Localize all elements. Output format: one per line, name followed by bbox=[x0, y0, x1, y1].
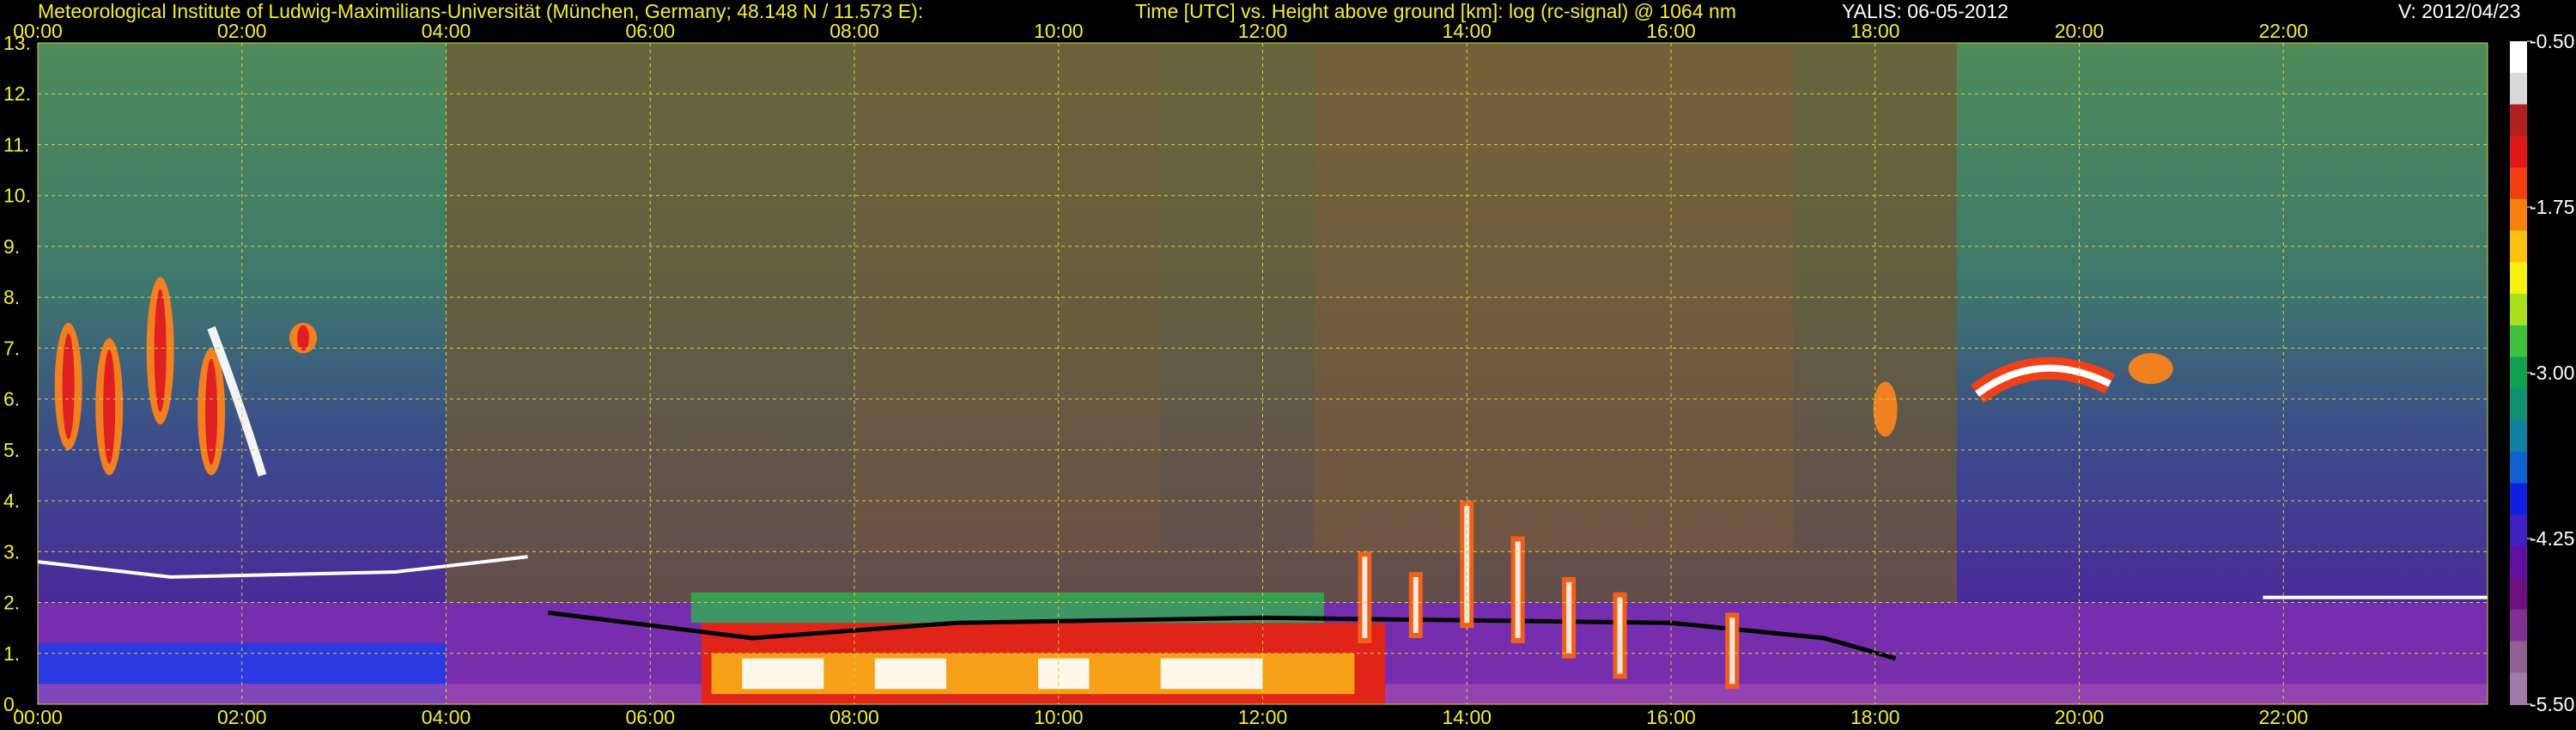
x-tick-label-top: 22:00 bbox=[2258, 20, 2308, 42]
colorbar-segment bbox=[2510, 420, 2527, 453]
y-tick-label: 1. bbox=[3, 642, 20, 665]
axes-title: Time [UTC] vs. Height above ground [km]:… bbox=[1135, 0, 1736, 22]
y-tick-label: 5. bbox=[3, 439, 20, 461]
y-tick-label: 12. bbox=[3, 82, 31, 105]
colorbar-segment bbox=[2510, 262, 2527, 295]
y-tick-label: 2. bbox=[3, 592, 20, 614]
colorbar-segment bbox=[2510, 41, 2527, 74]
saturated-signal-patch bbox=[1160, 658, 1263, 690]
x-tick-label-bottom: 16:00 bbox=[1646, 706, 1696, 728]
colorbar-segment bbox=[2510, 356, 2527, 390]
convective-cloud-core bbox=[1362, 557, 1368, 638]
cirrus-cloud-core bbox=[103, 349, 116, 465]
x-tick-label-top: 10:00 bbox=[1034, 20, 1084, 42]
x-tick-label-top: 08:00 bbox=[829, 20, 879, 42]
x-tick-label-top: 06:00 bbox=[625, 20, 675, 42]
evening-cloud-patch bbox=[2128, 353, 2173, 385]
x-tick-label-top: 12:00 bbox=[1238, 20, 1288, 42]
y-tick-label: 4. bbox=[3, 490, 20, 512]
convective-cloud-core bbox=[1729, 617, 1735, 684]
x-tick-label-top: 02:00 bbox=[217, 20, 267, 42]
x-tick-label-top: 14:00 bbox=[1442, 20, 1492, 42]
x-tick-label-bottom: 06:00 bbox=[625, 706, 675, 728]
x-tick-label-bottom: 20:00 bbox=[2055, 706, 2105, 728]
lidar-chart: -0.50-1.75-3.00-4.25-5.50 00:0000:0002:0… bbox=[0, 0, 2576, 730]
x-tick-label-top: 04:00 bbox=[422, 20, 471, 42]
colorbar-segment bbox=[2510, 672, 2527, 705]
colorbar-segment bbox=[2510, 104, 2527, 137]
x-tick-label-bottom: 08:00 bbox=[829, 706, 879, 728]
x-tick-label-bottom: 04:00 bbox=[422, 706, 471, 728]
instrument-date: YALIS: 06-05-2012 bbox=[1842, 0, 2008, 22]
cirrus-cloud-core bbox=[205, 358, 218, 465]
x-tick-label-bottom: 22:00 bbox=[2258, 706, 2308, 728]
colorbar-tick-label: -5.50 bbox=[2530, 693, 2574, 715]
convective-cloud-core bbox=[1464, 506, 1470, 624]
saturated-signal-patch bbox=[1037, 658, 1090, 690]
x-tick-label-bottom: 10:00 bbox=[1034, 706, 1084, 728]
y-tick-label: 6. bbox=[3, 388, 20, 411]
y-tick-label: 10. bbox=[3, 185, 31, 207]
y-tick-label: 13. bbox=[3, 32, 31, 54]
colorbar-segment bbox=[2510, 167, 2527, 200]
colorbar-segment bbox=[2510, 136, 2527, 169]
colorbar-segment bbox=[2510, 641, 2527, 674]
colorbar-segment bbox=[2510, 325, 2527, 358]
x-tick-label-bottom: 18:00 bbox=[1850, 706, 1900, 728]
y-tick-label: 8. bbox=[3, 286, 20, 308]
x-tick-label-top: 18:00 bbox=[1850, 20, 1900, 42]
colorbar-tick-label: -3.00 bbox=[2530, 362, 2574, 384]
colorbar-segment bbox=[2510, 294, 2527, 326]
colorbar-segment bbox=[2510, 609, 2527, 642]
colorbar-segment bbox=[2510, 514, 2527, 548]
colorbar-segment bbox=[2510, 546, 2527, 579]
x-tick-label-bottom: 02:00 bbox=[217, 706, 267, 728]
colorbar-segment bbox=[2510, 451, 2527, 484]
evening-cloud-patch bbox=[1873, 381, 1898, 437]
colorbar-segment bbox=[2510, 483, 2527, 516]
cirrus-cloud-core bbox=[154, 289, 167, 412]
convective-cloud-core bbox=[1566, 581, 1572, 654]
colorbar-segment bbox=[2510, 72, 2527, 106]
x-tick-label-bottom: 14:00 bbox=[1442, 706, 1492, 728]
x-tick-label-bottom: 00:00 bbox=[13, 706, 63, 728]
saturated-signal-patch bbox=[874, 658, 946, 690]
x-tick-label-top: 20:00 bbox=[2055, 20, 2105, 42]
y-tick-label: 11. bbox=[3, 133, 29, 155]
colorbar-segment bbox=[2510, 388, 2527, 422]
y-tick-label: 0. bbox=[3, 693, 20, 715]
x-tick-label-bottom: 12:00 bbox=[1238, 706, 1288, 728]
x-tick-label-top: 16:00 bbox=[1646, 20, 1696, 42]
colorbar-segment bbox=[2510, 198, 2527, 232]
y-tick-label: 9. bbox=[3, 235, 20, 258]
cirrus-cloud-core bbox=[297, 325, 310, 351]
convective-cloud-core bbox=[1413, 577, 1419, 633]
y-tick-label: 3. bbox=[3, 540, 20, 563]
colorbar-segment bbox=[2510, 577, 2527, 611]
colorbar-tick-label: -0.50 bbox=[2530, 30, 2574, 52]
colorbar-tick-label: -1.75 bbox=[2530, 196, 2574, 218]
colorbar-tick-label: -4.25 bbox=[2530, 527, 2574, 550]
y-tick-label: 7. bbox=[3, 337, 20, 359]
institute-header: Meteorological Institute of Ludwig-Maxim… bbox=[38, 0, 924, 22]
version-label: V: 2012/04/23 bbox=[2398, 0, 2521, 22]
colorbar-segment bbox=[2510, 230, 2527, 264]
saturated-signal-patch bbox=[742, 658, 824, 690]
convective-cloud-core bbox=[1515, 541, 1521, 638]
convective-cloud-core bbox=[1617, 597, 1623, 674]
cirrus-cloud-core bbox=[62, 333, 75, 440]
